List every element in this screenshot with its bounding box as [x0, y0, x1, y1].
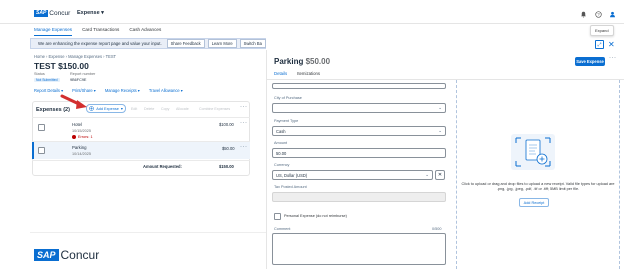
add-expense-label: Add Expense — [96, 106, 119, 111]
tab-cash-advances[interactable]: Cash Advances — [129, 27, 161, 36]
expense-name-hotel[interactable]: Hotel — [72, 122, 82, 127]
print-share-menu[interactable]: Print/Share ▾ — [72, 88, 96, 93]
expense-amount-parking: $50.00 — [222, 146, 235, 151]
feedback-banner: We are enhancing the expense report page… — [30, 38, 266, 49]
chevron-down-icon: ▾ — [120, 107, 123, 111]
receipt-instructions: Click to upload or drag and drop files t… — [461, 182, 615, 191]
sap-logo-mark: SAP — [34, 9, 49, 17]
clear-currency-icon[interactable]: ✕ — [435, 170, 445, 180]
expense-error-text: Errors: 1 — [78, 135, 93, 139]
row-more-icon[interactable]: ··· — [240, 144, 248, 150]
manage-receipts-menu[interactable]: Manage Receipts ▾ — [105, 88, 140, 93]
comment-label: Comment — [274, 227, 291, 231]
status-badge: Not Submitted — [34, 78, 60, 82]
payment-type-label: Payment Type — [274, 119, 299, 123]
status-label: Status — [34, 72, 45, 76]
chevron-down-icon: ⌄ — [425, 172, 429, 177]
expense-name-parking[interactable]: Parking — [72, 145, 87, 150]
currency-value: US, Dollar (USD) — [276, 172, 308, 178]
breadcrumb[interactable]: Home › Expense › Manage Expenses › TEST — [34, 54, 116, 59]
edit-button[interactable]: Edit — [131, 107, 137, 111]
comment-textarea[interactable] — [272, 233, 446, 265]
sap-concur-logo[interactable]: SAP Concur — [34, 9, 72, 17]
footer-concur-text: Concur — [60, 248, 100, 262]
copy-button[interactable]: Copy — [161, 107, 169, 111]
learn-more-button[interactable]: Learn More — [207, 39, 237, 48]
footer-sap-concur-logo: SAP Concur — [34, 248, 99, 262]
expense-amount-hotel: $100.00 — [219, 122, 234, 127]
currency-label: Currency — [274, 163, 290, 167]
delete-button[interactable]: Delete — [144, 107, 154, 111]
amount-label: Amount — [274, 141, 288, 145]
add-expense-button[interactable]: Add Expense ▾ — [86, 104, 126, 113]
tax-posted-amount-label: Tax Posted Amount — [274, 185, 307, 189]
divider — [30, 232, 266, 233]
switch-back-button[interactable]: Switch Ba — [239, 39, 266, 48]
selected-row-highlight[interactable] — [32, 142, 250, 159]
travel-allowance-menu[interactable]: Travel Allowance ▾ — [149, 88, 183, 93]
close-icon[interactable]: ✕ — [608, 40, 615, 49]
row-divider — [32, 117, 250, 118]
city-of-purchase-select[interactable]: ⌄ — [272, 103, 446, 113]
tab-manage-expenses[interactable]: Manage Expenses — [34, 27, 73, 36]
expense-app-menu[interactable]: Expense ▾ — [77, 10, 104, 16]
footer-sap-mark: SAP — [34, 249, 59, 261]
expand-tooltip: Expand — [590, 25, 614, 36]
amount-requested-label: Amount Requested: — [143, 164, 182, 169]
amount-requested-value: $150.00 — [219, 164, 234, 169]
chevron-down-icon: ⌄ — [438, 128, 442, 133]
plus-circle-icon — [89, 106, 95, 111]
detail-expense-type: Parking — [274, 57, 304, 66]
expense-error-hotel: Errors: 1 — [72, 135, 93, 139]
chevron-down-icon: ⌄ — [438, 105, 442, 110]
expense-date-parking: 10/14/2025 — [72, 152, 92, 156]
row-checkbox-parking[interactable] — [38, 147, 45, 154]
allocate-button[interactable]: Allocate — [176, 107, 189, 111]
share-feedback-button[interactable]: Share Feedback — [166, 39, 205, 48]
row-divider — [32, 160, 250, 161]
user-profile-icon[interactable] — [607, 9, 617, 19]
amount-input[interactable]: 50.00 — [272, 148, 446, 158]
previous-field-input[interactable] — [272, 83, 446, 89]
detail-more-icon[interactable]: ··· — [609, 55, 617, 61]
add-receipt-button[interactable]: Add Receipt — [519, 198, 549, 207]
main-subnav: Manage Expenses Card Transactions Cash A… — [34, 27, 161, 36]
bell-icon[interactable] — [578, 9, 588, 19]
report-number-label: Report number — [70, 72, 96, 76]
payment-type-value: Cash — [276, 128, 286, 134]
row-more-icon[interactable]: ··· — [240, 120, 248, 126]
save-expense-button[interactable]: Save Expense — [575, 57, 605, 66]
tab-card-transactions[interactable]: Card Transactions — [82, 27, 119, 36]
report-title: TEST $150.00 — [34, 61, 89, 71]
payment-type-select[interactable]: Cash ⌄ — [272, 126, 446, 136]
tax-posted-amount-input — [272, 192, 446, 202]
concur-logo-text: Concur — [49, 9, 71, 17]
combine-expenses-button[interactable]: Combine Expenses — [199, 107, 230, 111]
amount-value: 50.00 — [276, 150, 287, 156]
detail-expense-amount: $50.00 — [305, 57, 331, 66]
report-actions: Report Details ▾ Print/Share ▾ Manage Re… — [34, 88, 183, 93]
currency-select[interactable]: US, Dollar (USD) ⌄ — [272, 170, 433, 180]
comment-counter: 0/500 — [432, 227, 442, 231]
personal-expense-checkbox[interactable] — [274, 213, 281, 220]
svg-text:?: ? — [597, 11, 600, 16]
expense-date-hotel: 10/15/2025 — [72, 129, 92, 133]
receipt-upload-icon — [511, 134, 555, 170]
expenses-more-icon[interactable]: ··· — [240, 104, 248, 110]
expand-icon[interactable]: ⤢ — [595, 40, 604, 49]
help-icon[interactable]: ? — [593, 9, 603, 19]
city-of-purchase-label: City of Purchase — [274, 96, 302, 100]
error-icon — [72, 135, 76, 139]
banner-message: We are enhancing the expense report page… — [38, 41, 162, 46]
receipt-dropzone[interactable] — [456, 80, 620, 269]
detail-title: Parking $50.00 — [274, 57, 330, 66]
report-details-menu[interactable]: Report Details ▾ — [34, 88, 63, 93]
report-number-value: 9B6FC9E — [70, 78, 87, 82]
red-annotation-arrow — [60, 94, 87, 109]
row-checkbox-hotel[interactable] — [38, 124, 45, 131]
personal-expense-label: Personal Expense (do not reimburse) — [284, 214, 347, 218]
